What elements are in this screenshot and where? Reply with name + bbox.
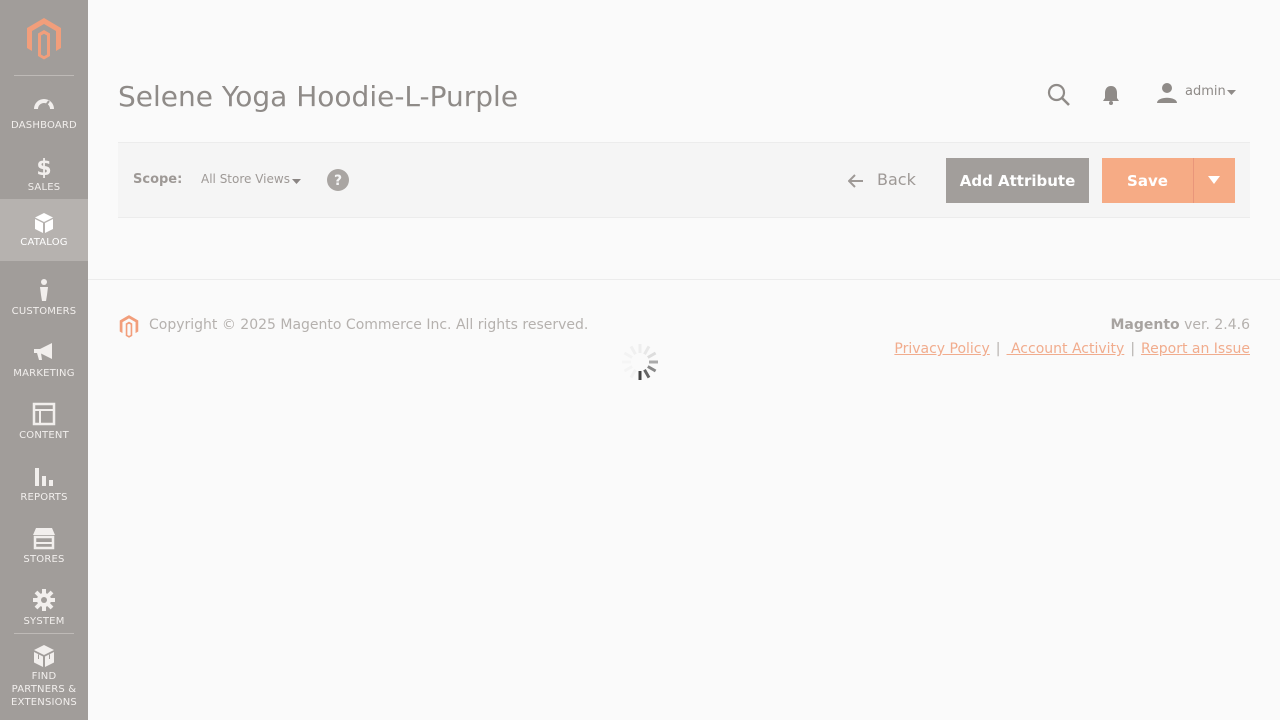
footer-links: Privacy Policy | Account Activity | Report … — [894, 341, 1250, 357]
search-icon[interactable] — [1047, 83, 1071, 107]
sidebar-item-marketing[interactable]: MARKETING — [0, 330, 88, 392]
arrow-left-icon — [848, 174, 863, 188]
sidebar-item-label: DASHBOARD — [11, 120, 77, 131]
save-options-dropdown-button[interactable] — [1194, 158, 1235, 203]
version-info: Magento ver. 2.4.6 — [1110, 317, 1250, 333]
version-brand: Magento — [1110, 317, 1180, 333]
scope-label: Scope: — [133, 172, 183, 187]
sidebar-item-sales[interactable]: $ SALES — [0, 144, 88, 206]
sidebar-item-label: SALES — [27, 182, 61, 193]
svg-text:$: $ — [36, 156, 51, 178]
megaphone-icon — [34, 343, 52, 360]
back-button-label: Back — [877, 170, 916, 189]
dollar-icon: $ — [36, 156, 51, 178]
sidebar-item-find-partners[interactable]: FIND PARTNERS & EXTENSIONS — [0, 640, 88, 720]
link-separator: | — [1130, 341, 1136, 357]
chevron-down-icon — [1208, 176, 1220, 184]
layout-icon — [32, 402, 56, 426]
sidebar-item-label: CATALOG — [20, 237, 68, 248]
sidebar-item-label: STORES — [23, 554, 65, 565]
sidebar-partners-line1: FIND — [31, 671, 57, 682]
sidebar-item-reports[interactable]: REPORTS — [0, 454, 88, 516]
gear-icon — [33, 589, 55, 611]
admin-username: admin — [1185, 84, 1226, 99]
report-issue-link[interactable]: Report an Issue — [1141, 341, 1250, 357]
sidebar-item-label: REPORTS — [20, 492, 68, 503]
sidebar-item-label: CUSTOMERS — [11, 306, 77, 317]
cubes-icon — [34, 645, 54, 667]
sidebar-item-label: MARKETING — [13, 368, 75, 379]
sidebar-item-label: CONTENT — [19, 430, 69, 441]
sidebar-item-catalog[interactable]: CATALOG — [0, 199, 88, 261]
sidebar-item-customers[interactable]: CUSTOMERS — [0, 268, 88, 330]
notifications-bell-icon[interactable] — [1101, 84, 1121, 106]
sidebar-item-content[interactable]: CONTENT — [0, 392, 88, 454]
sidebar-divider — [14, 633, 74, 634]
save-button[interactable]: Save — [1102, 158, 1193, 203]
store-icon — [33, 528, 55, 550]
loading-spinner-icon — [622, 344, 658, 380]
link-separator: | — [995, 341, 1001, 357]
page-actions-bar: Scope: All Store Views ? Back Add Attrib… — [118, 142, 1250, 218]
footer-divider — [88, 279, 1280, 280]
sidebar-item-label: SYSTEM — [23, 616, 65, 627]
sidebar-item-stores[interactable]: STORES — [0, 516, 88, 578]
admin-sidebar: DASHBOARD $ SALES CATALOG CUSTOMERS MARK… — [0, 0, 88, 720]
user-icon — [1157, 83, 1177, 103]
chevron-down-icon — [1227, 90, 1236, 95]
account-activity-link[interactable]: Account Activity — [1007, 341, 1124, 357]
person-icon — [40, 279, 48, 301]
svg-text:?: ? — [334, 173, 342, 189]
sidebar-partners-line2: PARTNERS & — [11, 684, 77, 695]
dashboard-icon — [34, 99, 54, 109]
version-number: ver. 2.4.6 — [1179, 317, 1250, 333]
bar-chart-icon — [35, 468, 53, 486]
box-icon — [35, 213, 53, 233]
page-title: Selene Yoga Hoodie-L-Purple — [118, 80, 519, 113]
magento-footer-logo-icon — [119, 315, 139, 338]
sidebar-item-system[interactable]: SYSTEM — [0, 578, 88, 640]
add-attribute-button[interactable]: Add Attribute — [946, 158, 1089, 203]
copyright-text: Copyright © 2025 Magento Commerce Inc. A… — [149, 317, 589, 333]
sidebar-item-label: FIND PARTNERS & EXTENSIONS — [0, 670, 88, 709]
privacy-policy-link[interactable]: Privacy Policy — [894, 341, 989, 357]
help-icon[interactable]: ? — [327, 169, 349, 191]
sidebar-item-dashboard[interactable]: DASHBOARD — [0, 82, 88, 144]
magento-logo-icon[interactable] — [24, 16, 64, 60]
chevron-down-icon[interactable] — [292, 179, 301, 185]
sidebar-divider — [14, 75, 74, 76]
sidebar-partners-line3: EXTENSIONS — [11, 697, 77, 708]
scope-switcher[interactable]: All Store Views — [201, 172, 290, 186]
